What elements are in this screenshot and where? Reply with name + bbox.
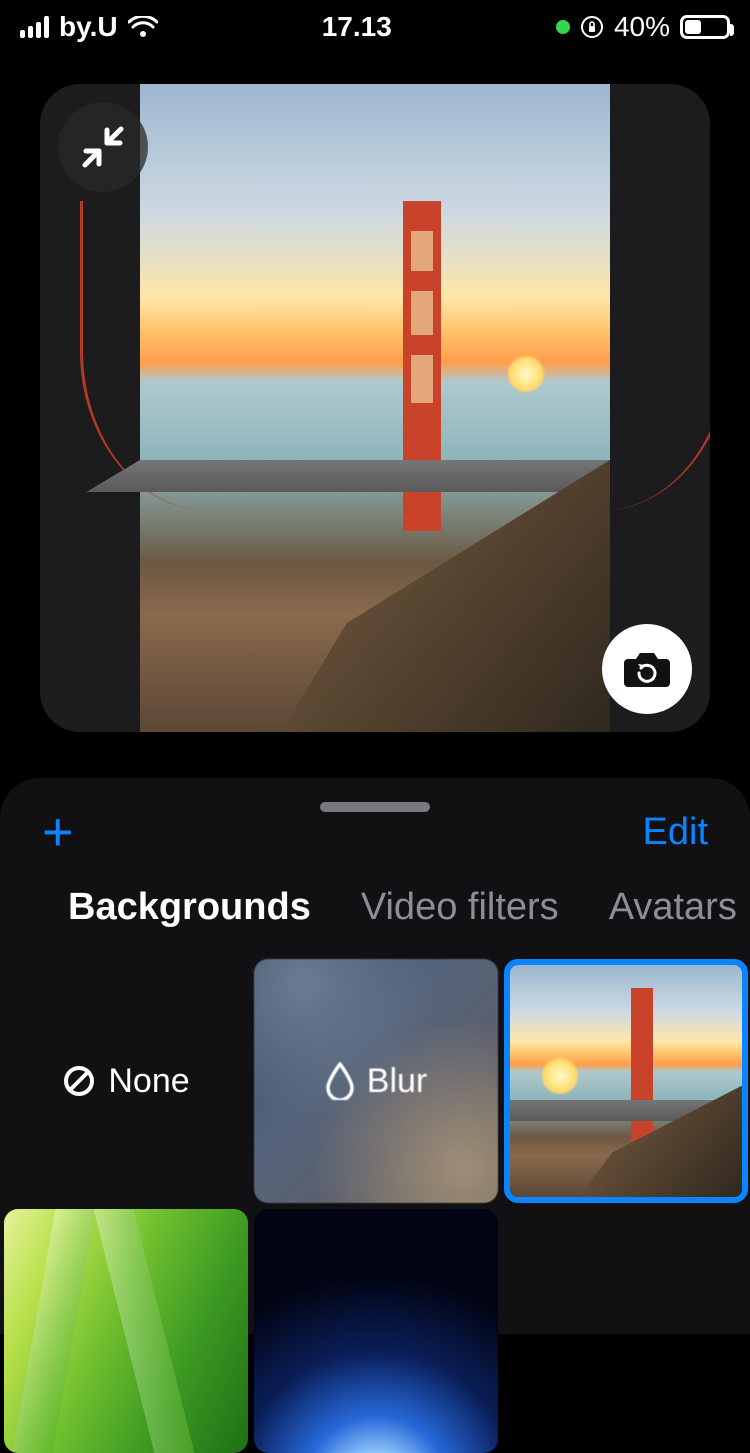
camera-active-indicator-icon bbox=[556, 20, 570, 34]
status-bar: by.U 17.13 40% bbox=[0, 0, 750, 54]
orientation-lock-icon bbox=[580, 15, 604, 39]
background-option-image[interactable] bbox=[254, 1209, 498, 1453]
battery-fill bbox=[685, 20, 701, 34]
background-thumbnail bbox=[510, 965, 742, 1197]
background-option-blur[interactable]: Blur bbox=[254, 959, 498, 1203]
add-background-button[interactable]: + bbox=[42, 805, 74, 859]
video-preview bbox=[40, 84, 710, 732]
battery-icon bbox=[680, 15, 730, 39]
preview-background-image bbox=[140, 84, 610, 732]
carrier-label: by.U bbox=[59, 11, 118, 43]
background-option-label: None bbox=[108, 1062, 189, 1101]
tab-backgrounds[interactable]: Backgrounds bbox=[68, 886, 311, 929]
minimize-icon bbox=[80, 124, 126, 170]
flip-camera-button[interactable] bbox=[602, 624, 692, 714]
plus-icon: + bbox=[42, 802, 74, 862]
edit-button[interactable]: Edit bbox=[643, 811, 708, 854]
blur-icon bbox=[325, 1062, 355, 1100]
tab-avatars[interactable]: Avatars bbox=[609, 886, 737, 929]
tab-video-filters[interactable]: Video filters bbox=[361, 886, 559, 929]
wifi-icon bbox=[128, 16, 158, 38]
background-option-image[interactable] bbox=[4, 1209, 248, 1453]
background-option-label: Blur bbox=[367, 1062, 427, 1101]
battery-percent-label: 40% bbox=[614, 11, 670, 43]
clock-label: 17.13 bbox=[158, 11, 556, 43]
minimize-button[interactable] bbox=[58, 102, 148, 192]
effects-sheet: + Edit Backgrounds Video filters Avatars… bbox=[0, 778, 750, 1334]
background-option-image[interactable] bbox=[504, 959, 748, 1203]
flip-camera-icon bbox=[622, 647, 672, 691]
background-option-none[interactable]: None bbox=[4, 959, 248, 1203]
backgrounds-grid: None Blur bbox=[0, 929, 750, 1453]
cellular-signal-icon bbox=[20, 16, 49, 38]
none-icon bbox=[62, 1064, 96, 1098]
effects-tabs: Backgrounds Video filters Avatars bbox=[0, 886, 750, 929]
